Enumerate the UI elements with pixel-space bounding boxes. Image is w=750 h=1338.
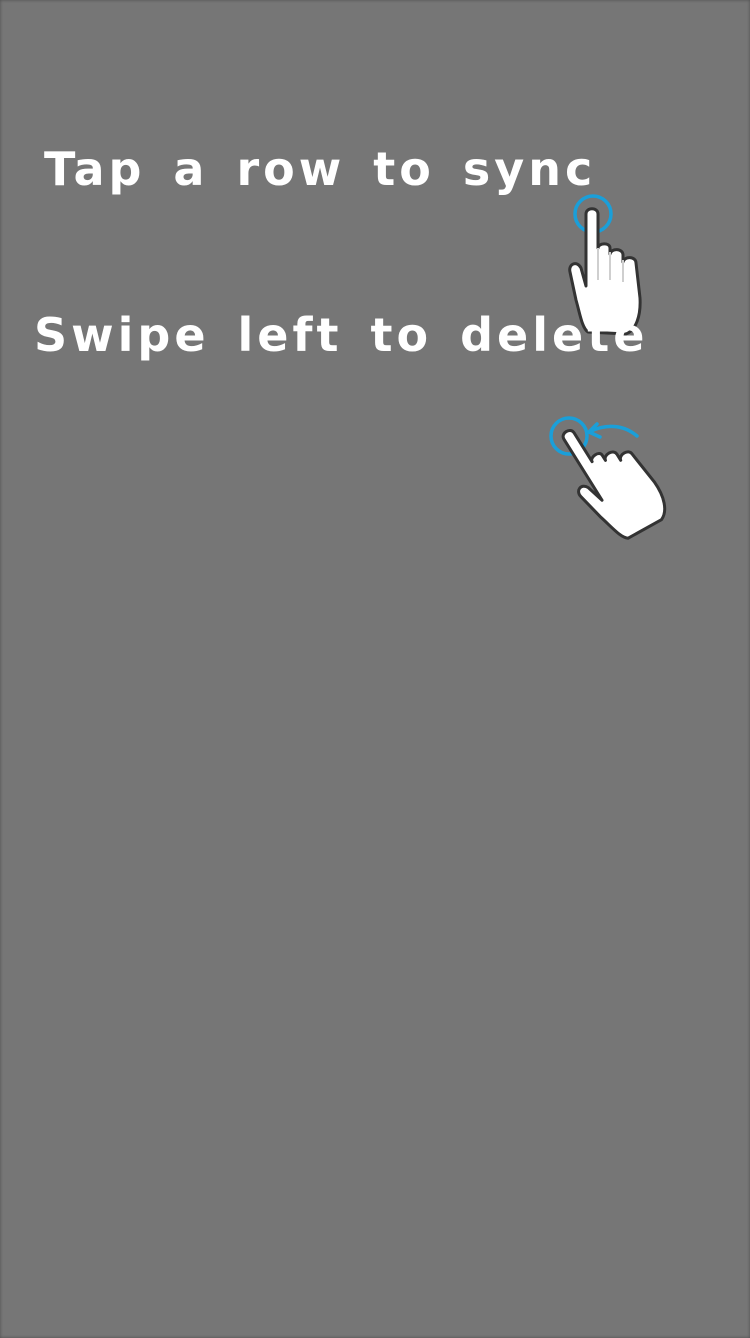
swipe-left-gesture-icon [545, 410, 675, 550]
tutorial-overlay[interactable]: Tap a row to sync Swipe left to delete [0, 0, 750, 1338]
swipe-hint-text: Swipe left to delete [34, 308, 649, 362]
tap-hint-text: Tap a row to sync [44, 142, 597, 196]
